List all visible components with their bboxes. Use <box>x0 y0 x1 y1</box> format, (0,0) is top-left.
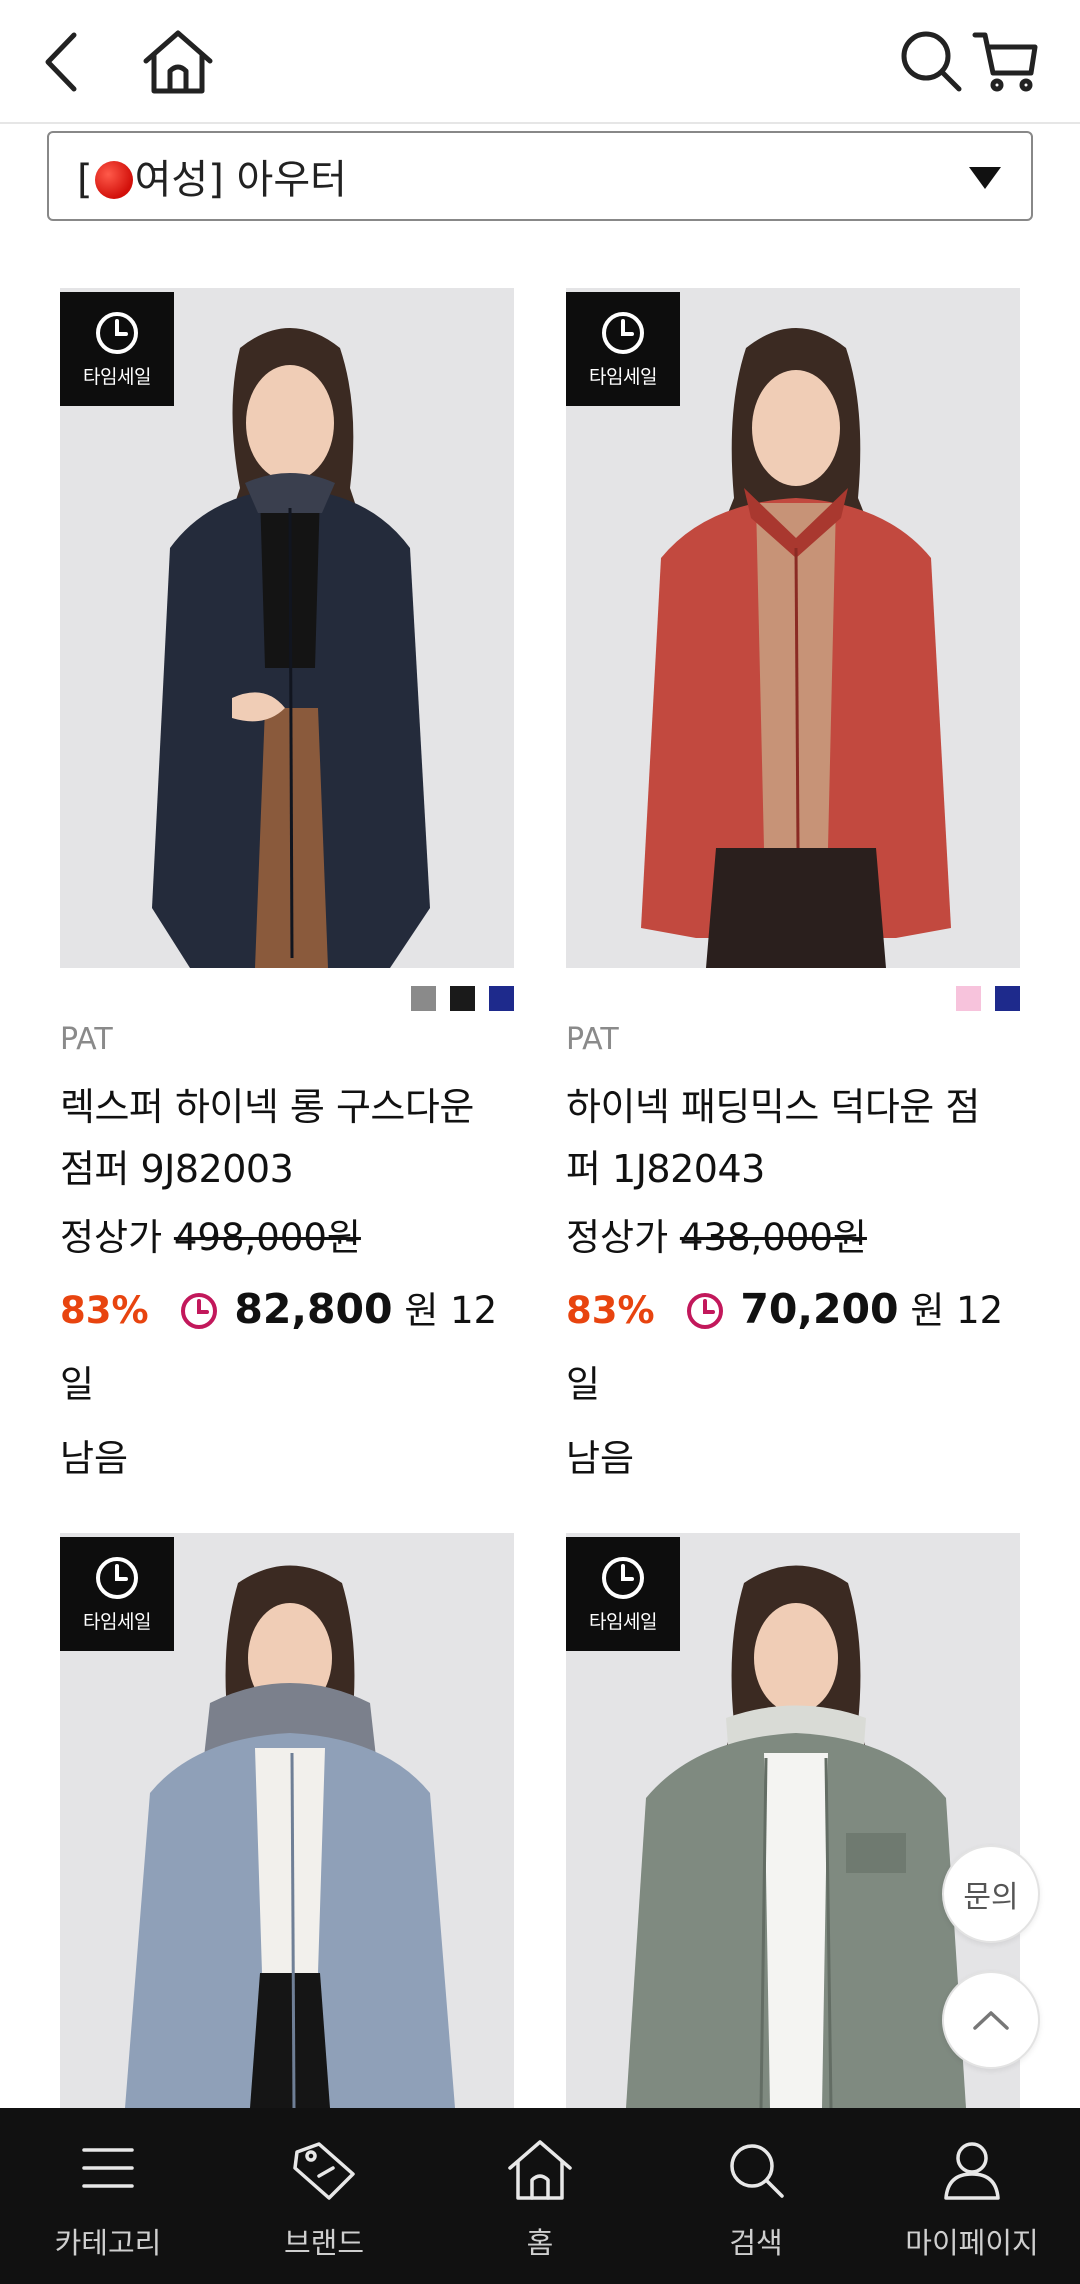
discount-rate: 83% <box>566 1289 655 1332</box>
clock-icon <box>96 1556 138 1599</box>
nav-category[interactable]: 카테고리 <box>0 2108 216 2284</box>
back-button[interactable] <box>24 22 104 102</box>
time-sale-badge: 타임세일 <box>566 292 680 406</box>
search-icon <box>730 2144 784 2198</box>
product-image[interactable]: 타임세일 <box>60 1533 514 2108</box>
product-image[interactable]: 타임세일 <box>60 288 514 968</box>
product-image[interactable]: 타임세일 <box>566 288 1020 968</box>
home-button[interactable] <box>138 22 218 102</box>
product-name-line2[interactable]: 점퍼 9J82003 <box>60 1138 514 1200</box>
regular-price: 438,000원 <box>679 1216 867 1259</box>
product-name-line2[interactable]: 퍼 1J82043 <box>566 1138 1020 1200</box>
product-card[interactable]: 타임세일 <box>60 1533 514 2108</box>
color-swatch[interactable] <box>956 986 981 1011</box>
sale-price-row: 83% 70,200 원 12일 <box>566 1272 1020 1422</box>
regular-price-label: 정상가 <box>566 1216 669 1259</box>
sale-price: 82,800 <box>234 1285 393 1333</box>
time-remaining: 남음 <box>566 1437 635 1480</box>
product-brand: PAT <box>566 1022 619 1057</box>
time-sale-badge: 타임세일 <box>566 1537 680 1651</box>
bottom-navigation: 카테고리 브랜드 홈 검색 마이페이지 <box>0 2108 1080 2284</box>
clock-icon <box>602 311 644 354</box>
color-swatch[interactable] <box>450 986 475 1011</box>
color-swatches <box>956 986 1020 1011</box>
product-card[interactable]: 타임세일 PAT 렉스퍼 하이넥 롱 구스다운 점퍼 9J82003 정상가 4… <box>60 288 514 1480</box>
regular-price: 498,000원 <box>173 1216 361 1259</box>
color-swatches <box>411 986 514 1011</box>
dropdown-arrow-icon <box>969 167 1001 189</box>
product-name-line1[interactable]: 하이넥 패딩믹스 덕다운 점 <box>566 1076 1020 1138</box>
scroll-top-button[interactable] <box>942 1971 1040 2069</box>
red-circle-icon <box>94 161 133 199</box>
time-remaining: 남음 <box>60 1437 129 1480</box>
regular-price-label: 정상가 <box>60 1216 163 1259</box>
user-icon <box>944 2142 1000 2200</box>
nav-home[interactable]: 홈 <box>432 2108 648 2284</box>
regular-price-row: 정상가 438,000원 <box>566 1212 1020 1264</box>
sale-clock-icon <box>686 1293 723 1329</box>
color-swatch[interactable] <box>411 986 436 1011</box>
home-icon <box>508 2140 572 2200</box>
category-label: [여성] 아우터 <box>77 157 347 203</box>
search-button[interactable] <box>892 22 972 102</box>
clock-icon <box>96 311 138 354</box>
time-sale-badge: 타임세일 <box>60 1537 174 1651</box>
time-sale-badge: 타임세일 <box>60 292 174 406</box>
inquiry-button[interactable]: 문의 <box>942 1845 1040 1943</box>
color-swatch[interactable] <box>489 986 514 1011</box>
tag-icon <box>293 2142 355 2200</box>
sale-price: 70,200 <box>740 1285 899 1333</box>
nav-search[interactable]: 검색 <box>648 2108 864 2284</box>
product-brand: PAT <box>60 1022 113 1057</box>
chevron-up-icon <box>973 2011 1009 2030</box>
menu-icon <box>82 2148 134 2188</box>
clock-icon <box>602 1556 644 1599</box>
nav-mypage[interactable]: 마이페이지 <box>864 2108 1080 2284</box>
product-card[interactable]: 타임세일 PAT 하이넥 패딩믹스 덕다운 점 퍼 1J82043 정상가 43… <box>566 288 1020 1480</box>
color-swatch[interactable] <box>995 986 1020 1011</box>
nav-brand[interactable]: 브랜드 <box>216 2108 432 2284</box>
cart-button[interactable] <box>966 22 1046 102</box>
sale-price-row: 83% 82,800 원 12일 <box>60 1272 514 1422</box>
product-name-line1[interactable]: 렉스퍼 하이넥 롱 구스다운 <box>60 1076 514 1138</box>
category-dropdown[interactable]: [여성] 아우터 <box>47 131 1033 221</box>
discount-rate: 83% <box>60 1289 149 1332</box>
sale-clock-icon <box>180 1293 217 1329</box>
top-header <box>0 0 1080 124</box>
regular-price-row: 정상가 498,000원 <box>60 1212 514 1264</box>
